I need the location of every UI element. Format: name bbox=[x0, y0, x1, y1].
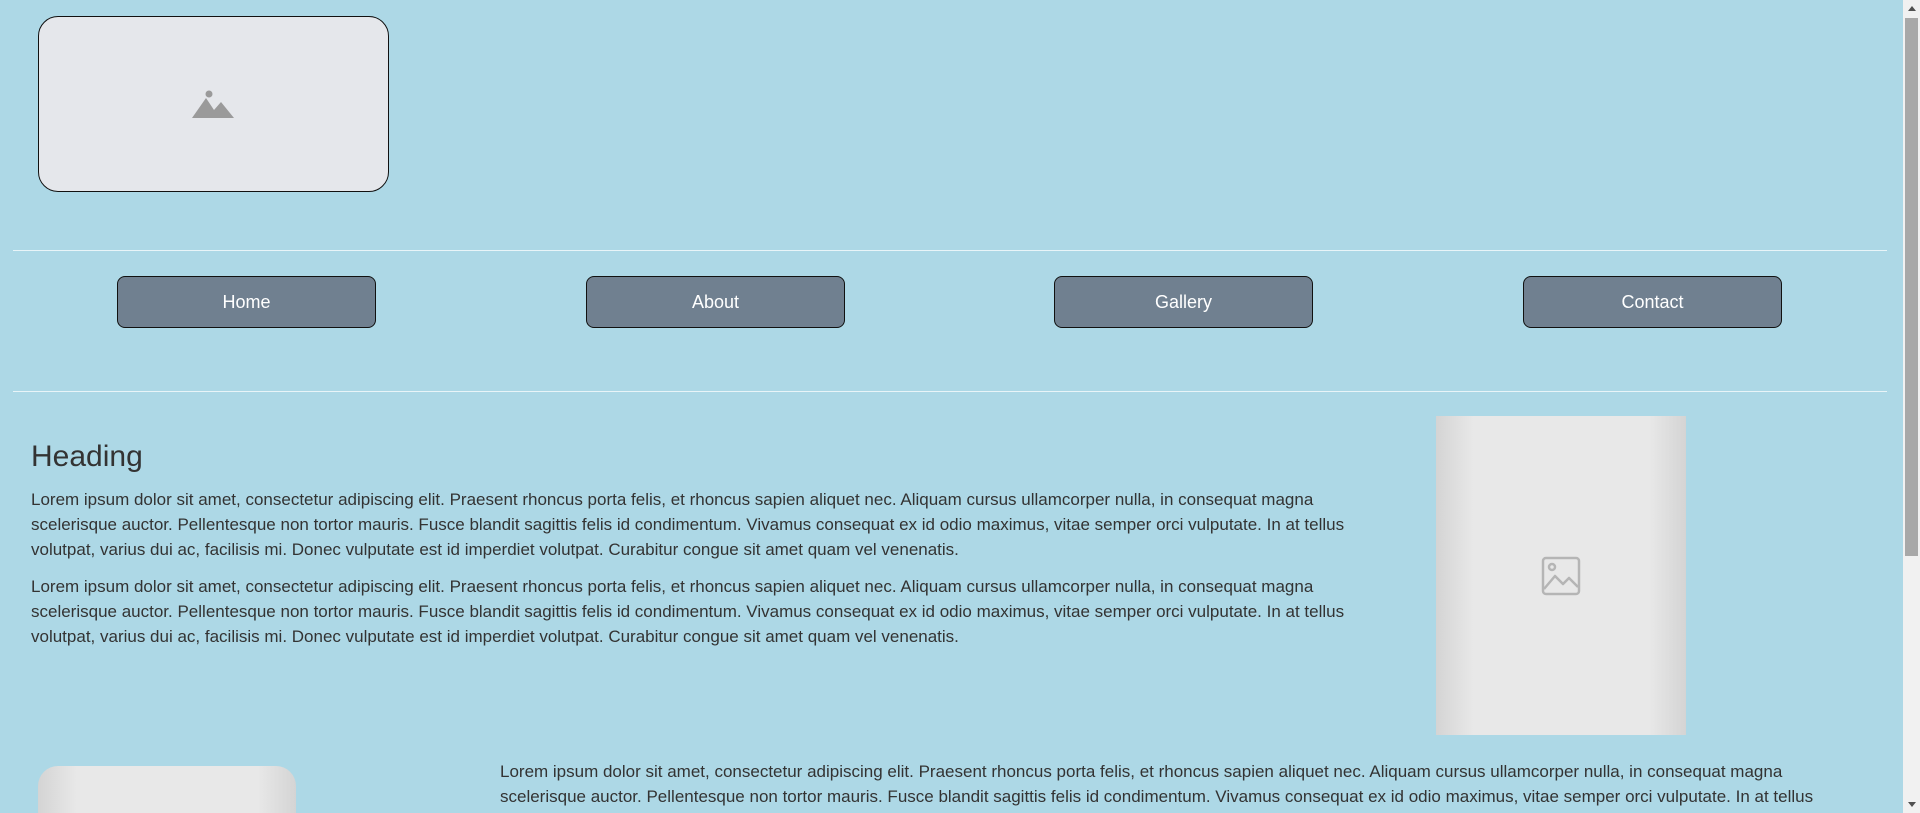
page: Home About Gallery Contact Heading Lorem… bbox=[0, 0, 1920, 813]
mountain-image-placeholder-icon bbox=[191, 90, 234, 118]
scroll-up-arrow-icon[interactable] bbox=[1903, 0, 1920, 17]
image-placeholder-icon bbox=[1541, 556, 1581, 595]
bottom-image-placeholder bbox=[38, 766, 296, 813]
nav-contact-button[interactable]: Contact bbox=[1523, 276, 1782, 328]
nav-gallery-button[interactable]: Gallery bbox=[1054, 276, 1313, 328]
body-paragraph-2: Lorem ipsum dolor sit amet, consectetur … bbox=[31, 577, 1345, 646]
body-paragraph-1: Lorem ipsum dolor sit amet, consectetur … bbox=[31, 490, 1345, 559]
scrollbar-thumb[interactable] bbox=[1905, 18, 1918, 556]
vertical-scrollbar[interactable] bbox=[1903, 0, 1920, 813]
lower-paragraph: Lorem ipsum dolor sit amet, consectetur … bbox=[500, 762, 1814, 806]
divider-bottom bbox=[13, 391, 1887, 392]
logo-image-placeholder bbox=[38, 16, 389, 192]
section-heading: Heading bbox=[31, 440, 143, 473]
side-image-placeholder bbox=[1436, 416, 1686, 735]
nav-about-button[interactable]: About bbox=[586, 276, 845, 328]
nav-home-button[interactable]: Home bbox=[117, 276, 376, 328]
divider-top bbox=[13, 250, 1887, 251]
scroll-down-arrow-icon[interactable] bbox=[1903, 796, 1920, 813]
